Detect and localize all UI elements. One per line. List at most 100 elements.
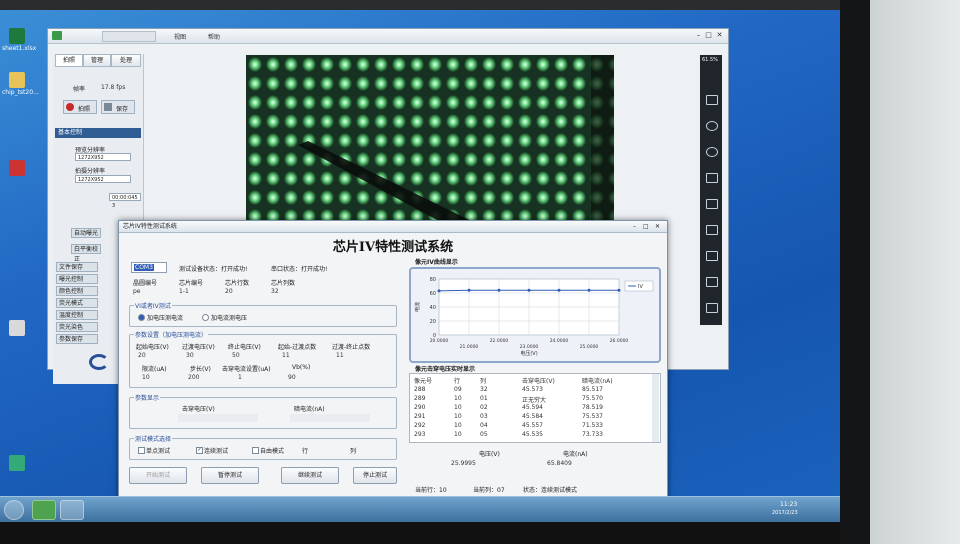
app-icon xyxy=(9,455,25,471)
param-label: Vb(%) xyxy=(292,364,311,371)
param-input[interactable]: 11 xyxy=(282,352,290,359)
param-label: 步长(V) xyxy=(190,366,211,373)
radio-voltage-mode[interactable] xyxy=(138,314,145,321)
close-button[interactable]: ✕ xyxy=(655,221,660,232)
pause-test-button[interactable]: 暂停测试 xyxy=(201,467,259,484)
table-cell: 85.517 xyxy=(582,386,603,393)
param-input[interactable]: 200 xyxy=(188,374,199,381)
x-tick-label: 26.0000 xyxy=(610,338,629,344)
tab-manage[interactable]: 管理 xyxy=(83,54,111,67)
desktop-icon-label: sheet1.xlsx xyxy=(2,45,37,52)
breakdown-voltage-field xyxy=(178,414,258,422)
start-test-button[interactable]: 开始测试 xyxy=(129,467,187,484)
record-button[interactable]: 拍照 xyxy=(63,100,97,114)
side-item-file-save[interactable]: 文件保存 xyxy=(56,262,98,272)
checkbox-single[interactable] xyxy=(138,447,145,454)
table-header: 击穿电压(V) xyxy=(522,378,555,385)
param-input[interactable]: 1 xyxy=(238,374,242,381)
param-input[interactable]: 30 xyxy=(186,352,194,359)
tool-icon[interactable] xyxy=(706,95,718,105)
menu-view[interactable]: 视图 xyxy=(174,32,186,41)
data-point xyxy=(527,288,531,292)
resume-test-button[interactable]: 继续测试 xyxy=(281,467,339,484)
camera-preview[interactable] xyxy=(246,55,614,233)
param-input[interactable]: 10 xyxy=(142,374,150,381)
preview-res-select[interactable]: 1272X952 xyxy=(75,153,131,161)
chip-id-value[interactable]: 1-1 xyxy=(179,288,189,295)
auto-exposure-button[interactable]: 自动曝光 xyxy=(71,228,101,238)
exposure-time-input[interactable]: 00:00:045 3 xyxy=(109,193,141,209)
table-cell: 75.537 xyxy=(582,413,603,420)
minimize-button[interactable]: – xyxy=(633,221,636,232)
section-basic-control[interactable]: 基本控制 xyxy=(55,128,141,138)
param-input[interactable]: 90 xyxy=(288,374,296,381)
side-item-exposure[interactable]: 曝光控制 xyxy=(56,274,98,284)
desktop-icon-label: chip_tst20... xyxy=(2,89,39,96)
current-label: 电流(nA) xyxy=(563,451,588,458)
status-row: 当前行：10 xyxy=(415,487,447,494)
white-balance-button[interactable]: 白平衡校正 xyxy=(71,244,101,263)
param-input[interactable]: 11 xyxy=(336,352,344,359)
tab-process[interactable]: 处理 xyxy=(111,54,141,67)
undo-icon[interactable] xyxy=(706,251,718,261)
checkbox-free[interactable] xyxy=(252,447,259,454)
table-cell: 73.733 xyxy=(582,431,603,438)
monitor-bezel xyxy=(0,522,870,544)
x-tick-label: 25.0000 xyxy=(580,344,599,350)
side-item-temperature[interactable]: 温度控制 xyxy=(56,310,98,320)
close-button[interactable]: ✕ xyxy=(715,31,724,39)
com-port-select[interactable]: COM3 xyxy=(131,262,167,273)
maximize-button[interactable]: □ xyxy=(643,221,649,232)
desktop-icon-excel[interactable]: sheet1.xlsx xyxy=(2,28,36,52)
group-label: 参数设置（加电压测电流） xyxy=(134,330,209,339)
side-item-stain[interactable]: 荧光染色 xyxy=(56,322,98,332)
dark-current-field xyxy=(290,414,370,422)
zoom-out-icon[interactable] xyxy=(706,147,718,157)
app-icon xyxy=(9,320,25,336)
chip-cols-value[interactable]: 32 xyxy=(271,288,279,295)
breakdown-table[interactable]: 像元号 行 列 击穿电压(V) 暗电流(nA) 288 09 32 45.573 85.517 28… xyxy=(409,373,661,443)
side-item-fluorescence[interactable]: 荧光模式 xyxy=(56,298,98,308)
param-input[interactable]: 20 xyxy=(138,352,146,359)
table-header: 行 xyxy=(454,378,461,385)
capture-res-select[interactable]: 1272X952 xyxy=(75,175,131,183)
grid-icon[interactable] xyxy=(706,173,718,183)
table-scrollbar[interactable] xyxy=(652,374,659,442)
param-input[interactable]: 50 xyxy=(232,352,240,359)
table-body: 像元号 行 列 击穿电压(V) 暗电流(nA) 288 09 32 45.573 85.517 28… xyxy=(410,374,660,442)
table-cell: 03 xyxy=(480,413,488,420)
maximize-button[interactable]: □ xyxy=(704,31,713,39)
param-label: 击穿电流设置(uA) xyxy=(222,366,271,373)
radio-current-mode[interactable] xyxy=(202,314,209,321)
minimize-button[interactable]: – xyxy=(694,31,703,39)
stop-test-button[interactable]: 停止测试 xyxy=(353,467,397,484)
menu-help[interactable]: 帮助 xyxy=(208,32,220,41)
y-axis-label: 电流 xyxy=(414,302,421,312)
wafer-id-label: 晶圆编号 xyxy=(133,280,158,287)
table-cell: 10 xyxy=(454,395,462,402)
app-logo-icon xyxy=(52,31,62,40)
tab-capture[interactable]: 拍照 xyxy=(55,54,83,67)
start-button[interactable] xyxy=(4,500,24,520)
desktop-icon-app[interactable] xyxy=(2,160,32,177)
zoom-in-icon[interactable] xyxy=(706,121,718,131)
taskbar-app-icon[interactable] xyxy=(32,500,56,520)
lock-icon[interactable] xyxy=(706,303,718,313)
ruler-icon[interactable] xyxy=(706,225,718,235)
desktop-icon-app2[interactable] xyxy=(2,320,32,337)
table-cell: 02 xyxy=(480,404,488,411)
chip-rows-value[interactable]: 20 xyxy=(225,288,233,295)
side-item-color[interactable]: 颜色控制 xyxy=(56,286,98,296)
desktop-icon-app3[interactable] xyxy=(2,455,32,472)
save-button[interactable]: 保存 xyxy=(101,100,135,114)
print-icon[interactable] xyxy=(706,277,718,287)
side-item-param-save[interactable]: 参数保存 xyxy=(56,334,98,344)
measure-icon[interactable] xyxy=(706,199,718,209)
taskbar-app-icon[interactable] xyxy=(60,500,84,520)
checkbox-continuous[interactable]: ✓ xyxy=(196,447,203,454)
port-status: 串口状态：打开成功! xyxy=(271,266,328,273)
desktop-icon-folder[interactable]: chip_tst20... xyxy=(2,72,39,96)
title-dropdown[interactable] xyxy=(102,31,156,42)
data-point xyxy=(497,288,501,292)
wafer-id-value[interactable]: pe xyxy=(133,288,141,295)
